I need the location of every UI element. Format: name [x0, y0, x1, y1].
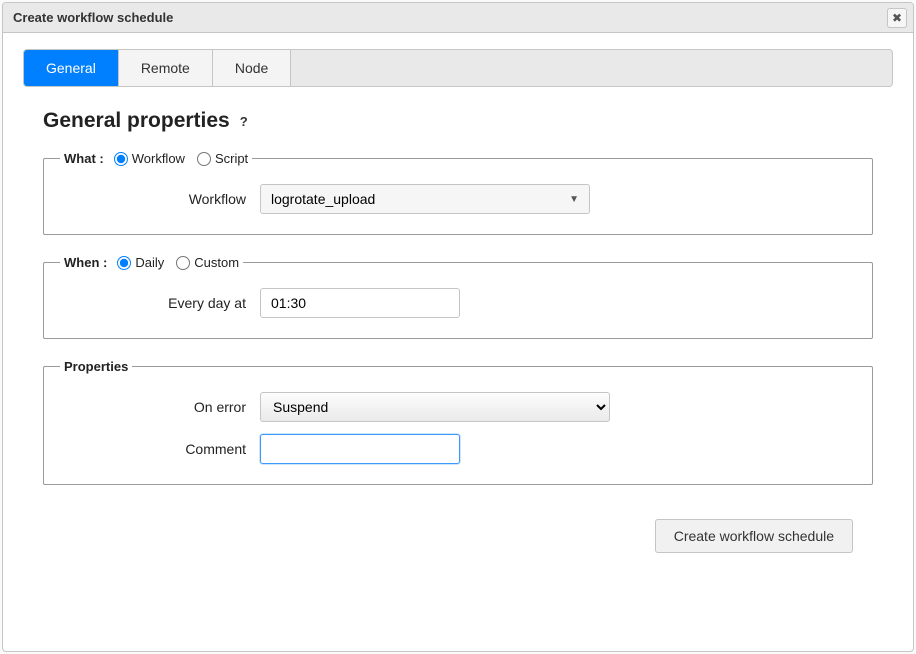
when-radio-daily-label: Daily — [135, 255, 164, 270]
tab-node[interactable]: Node — [213, 50, 291, 86]
what-legend: What : Workflow Script — [60, 151, 252, 166]
comment-input[interactable] — [260, 434, 460, 464]
when-radio-daily[interactable]: Daily — [117, 255, 164, 270]
section-title: General properties — [43, 109, 230, 133]
when-legend-text: When : — [64, 255, 107, 270]
help-icon[interactable]: ? — [240, 114, 248, 129]
when-legend: When : Daily Custom — [60, 255, 243, 270]
properties-fieldset: Properties On error Suspend Comment — [43, 359, 873, 485]
time-input[interactable] — [260, 288, 460, 318]
workflow-row: Workflow logrotate_upload ▼ — [60, 184, 856, 214]
chevron-down-icon: ▼ — [569, 194, 579, 205]
titlebar: Create workflow schedule ✖ — [3, 3, 913, 33]
workflow-select[interactable]: logrotate_upload ▼ — [260, 184, 590, 214]
comment-row: Comment — [60, 434, 856, 464]
what-legend-text: What : — [64, 151, 104, 166]
dialog-title: Create workflow schedule — [13, 10, 173, 25]
tab-remote[interactable]: Remote — [119, 50, 213, 86]
when-radio-custom-input[interactable] — [176, 256, 190, 270]
footer: Create workflow schedule — [43, 505, 873, 553]
time-label: Every day at — [60, 295, 260, 311]
tab-bar: General Remote Node — [23, 49, 893, 87]
time-row: Every day at — [60, 288, 856, 318]
when-radio-daily-input[interactable] — [117, 256, 131, 270]
section-header: General properties ? — [43, 109, 873, 133]
when-fieldset: When : Daily Custom Every day at — [43, 255, 873, 339]
properties-legend: Properties — [60, 359, 132, 374]
onerror-label: On error — [60, 399, 260, 415]
what-radio-workflow[interactable]: Workflow — [114, 151, 185, 166]
properties-legend-text: Properties — [64, 359, 128, 374]
what-radio-workflow-input[interactable] — [114, 152, 128, 166]
workflow-label: Workflow — [60, 191, 260, 207]
what-radio-script-input[interactable] — [197, 152, 211, 166]
general-section: General properties ? What : Workflow Scr… — [23, 109, 893, 553]
dialog-content: General Remote Node General properties ?… — [3, 33, 913, 569]
create-button[interactable]: Create workflow schedule — [655, 519, 853, 553]
close-icon: ✖ — [892, 11, 902, 25]
what-radio-workflow-label: Workflow — [132, 151, 185, 166]
onerror-select[interactable]: Suspend — [260, 392, 610, 422]
what-radio-script[interactable]: Script — [197, 151, 248, 166]
tab-general[interactable]: General — [24, 50, 119, 86]
when-radio-custom[interactable]: Custom — [176, 255, 239, 270]
what-radio-script-label: Script — [215, 151, 248, 166]
what-fieldset: What : Workflow Script Workflow — [43, 151, 873, 235]
close-button[interactable]: ✖ — [887, 8, 907, 28]
workflow-select-value: logrotate_upload — [271, 191, 375, 207]
onerror-row: On error Suspend — [60, 392, 856, 422]
dialog: Create workflow schedule ✖ General Remot… — [2, 2, 914, 652]
when-radio-custom-label: Custom — [194, 255, 239, 270]
comment-label: Comment — [60, 441, 260, 457]
